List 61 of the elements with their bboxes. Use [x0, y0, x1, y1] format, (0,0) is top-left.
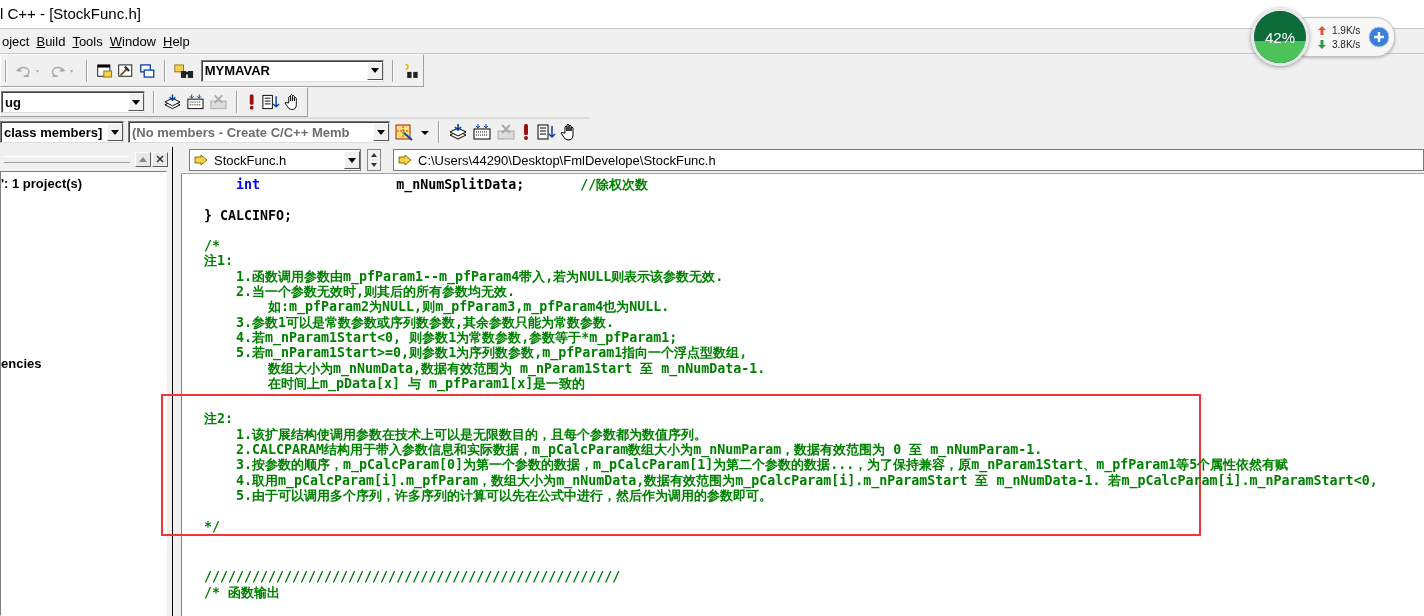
code-line: 注1: [204, 253, 233, 269]
configuration-combo[interactable]: ug [1, 91, 146, 113]
members-combo[interactable]: (No members - Create C/C++ Memb [128, 121, 390, 143]
code-line: 在时间上m_pData[x] 与 m_pfParam1[x]是一致的 [267, 375, 586, 392]
dropdown-arrow-icon[interactable] [377, 129, 385, 135]
code-line: 5.由于可以调用多个序列，许多序列的计算可以先在公式中进行，然后作为调用的参数即可。 [235, 487, 773, 504]
build-icon[interactable] [185, 93, 205, 111]
menu-item[interactable]: Build [34, 33, 71, 49]
menu-item[interactable]: Window [107, 33, 161, 49]
spin-button[interactable] [367, 149, 381, 171]
dropdown-arrow-icon[interactable] [111, 129, 119, 135]
window-icon[interactable] [96, 61, 114, 80]
stack-icon[interactable] [448, 123, 468, 141]
code-line: 2.当一个参数无效时,则其后的所有参数均无效. [235, 284, 516, 300]
file-path-field[interactable]: C:\Users\44290\Desktop\FmlDevelope\StockFunc.h [393, 149, 1424, 171]
code-line: int m_nNumSplitData; //除权次数 [235, 177, 649, 193]
menu-item[interactable]: oject [0, 33, 35, 49]
code-line: 1.函数调用参数由m_pfParam1--m_pfParam4带入,若为NULL则表示该参数无效. [235, 268, 724, 285]
code-line: 1.该扩展结构使调用参数在技术上可以是无限数目的，且每个参数都为数值序列。 [235, 426, 708, 443]
code-line: */ [204, 518, 220, 534]
code-line: 如:m_pfParam2为NULL,则m_pfParam3,m_pfParam4也为NULL. [267, 299, 670, 315]
hammer-icon[interactable] [117, 61, 135, 80]
dropdown-arrow-icon[interactable] [348, 157, 356, 163]
tree-item[interactable]: ': 1 project(s) [1, 176, 166, 194]
download-arrow-icon [1318, 39, 1326, 49]
code-line: } CALCINFO; [204, 207, 293, 223]
code-line: 3.参数1可以是常数参数或序列数参数,其余参数只能为常数参数. [235, 314, 615, 330]
code-line: /* 函数输出 [204, 584, 281, 600]
code-line: 数组大小为m_nNumData,数据有效范围为 m_nParam1Start 至 m_nNumData-1. [268, 360, 766, 376]
code-line: 注2: [204, 411, 233, 427]
tree-item[interactable]: encies [1, 356, 166, 374]
dropdown-arrow-icon[interactable] [370, 68, 379, 73]
list-arrow-icon[interactable] [261, 93, 281, 111]
window-title: l C++ - [StockFunc.h] [0, 4, 141, 22]
panel-grip[interactable] [4, 155, 130, 163]
code-line: /* [204, 238, 220, 254]
maximize-icon[interactable] [135, 151, 151, 167]
close-icon[interactable] [152, 151, 168, 167]
upload-arrow-icon [1318, 25, 1326, 35]
arrow-icon [398, 154, 412, 166]
code-line: 2.CALCPARAM结构用于带入参数信息和实际数据，m_pCalcParam数组大小为m_nNumParam，数据有效范围为 0 至 m_nNumParam-1. [235, 442, 1043, 458]
percent-label: 42% [1265, 28, 1295, 46]
code-line: 4.若m_nParam1Start<0, 则参数1为常数参数,参数等于*m_pfParam1; [235, 329, 678, 346]
arrow-icon [194, 154, 208, 166]
list-arrow-icon[interactable] [536, 123, 556, 141]
dropdown-arrow-icon[interactable] [132, 99, 141, 105]
stack-icon[interactable] [163, 93, 182, 111]
stop-build-icon [496, 123, 516, 141]
build-icon[interactable] [472, 123, 492, 141]
menu-item[interactable]: Tools [70, 33, 108, 49]
download-speed: 3.8K/s [1332, 38, 1361, 50]
search-combo[interactable]: MYMAVAR [200, 59, 384, 82]
file-combo[interactable]: StockFunc.h [189, 149, 361, 171]
upload-speed: 1.9K/s [1332, 24, 1361, 36]
code-line: //////////////////////////////////////////////////// [204, 569, 621, 585]
menu-item[interactable]: Help [161, 33, 195, 49]
code-line: 5.若m_nParam1Start>=0,则参数1为序列数参数,m_pfParam1指向一个浮点型数组, [235, 345, 748, 361]
plus-icon[interactable] [1368, 26, 1391, 48]
stop-build-icon [208, 93, 228, 111]
windows-icon[interactable] [138, 61, 157, 80]
class-combo[interactable]: class members] [0, 121, 124, 143]
